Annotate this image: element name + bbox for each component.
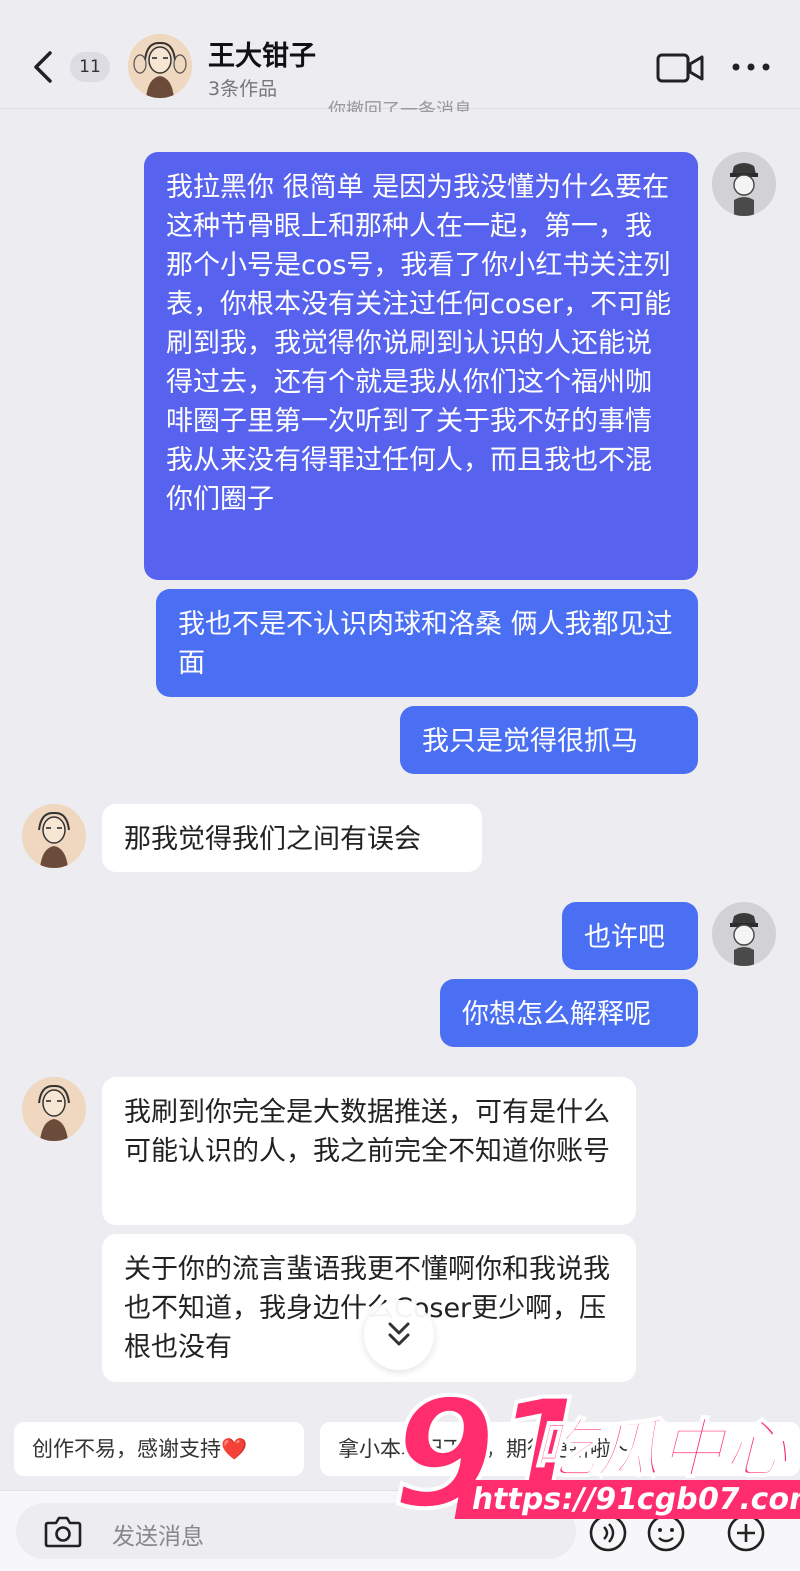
message-input[interactable]: 发送消息 <box>16 1503 576 1559</box>
video-call-icon[interactable] <box>656 52 704 84</box>
quick-reply-chip[interactable]: 创作不易，感谢支持❤️ <box>14 1422 304 1476</box>
camera-icon[interactable] <box>44 1513 82 1549</box>
voice-icon[interactable] <box>588 1513 628 1553</box>
chevron-down-icon <box>388 1322 410 1346</box>
system-note: 你撤回了一条消息 <box>328 100 472 112</box>
quick-reply-chip[interactable]: 拿小本本记下啦，期待更新啦～ <box>320 1422 800 1476</box>
contact-name[interactable]: 王大钳子 <box>208 34 316 73</box>
message-bubble-sent[interactable]: 我拉黑你 很简单 是因为我没懂为什么要在这种节骨眼上和那种人在一起，第一，我那个… <box>144 152 698 580</box>
message-bubble-sent[interactable]: 你想怎么解释呢 <box>440 979 698 1047</box>
message-bubble-sent[interactable]: 我也不是不认识肉球和洛桑 俩人我都见过面 <box>156 589 698 697</box>
message-bubble-received[interactable]: 我刷到你完全是大数据推送，可有是什么可能认识的人，我之前完全不知道你账号 <box>102 1077 636 1225</box>
my-avatar[interactable] <box>712 152 776 216</box>
more-icon[interactable] <box>730 58 772 76</box>
emoji-icon[interactable] <box>646 1513 686 1553</box>
contact-avatar[interactable] <box>128 34 192 98</box>
message-bubble-sent[interactable]: 也许吧 <box>562 902 698 970</box>
message-bubble-received[interactable]: 那我觉得我们之间有误会 <box>102 804 482 872</box>
message-bubble-sent[interactable]: 我只是觉得很抓马 <box>400 706 698 774</box>
input-bar: 发送消息 <box>0 1490 800 1571</box>
scroll-to-bottom-button[interactable] <box>364 1300 434 1370</box>
message-bubble-received[interactable]: 关于你的流言蜚语我更不懂啊你和我说我也不知道，我身边什么Coser更少啊，压根也… <box>102 1234 636 1382</box>
contact-avatar[interactable] <box>22 1077 86 1141</box>
input-placeholder: 发送消息 <box>112 1524 204 1550</box>
plus-icon[interactable] <box>726 1513 766 1553</box>
back-arrow-icon[interactable] <box>28 50 58 84</box>
unread-count-badge[interactable]: 11 <box>70 52 110 82</box>
contact-avatar[interactable] <box>22 804 86 868</box>
chat-header: 11 王大钳子 3条作品 <box>0 0 800 109</box>
my-avatar[interactable] <box>712 902 776 966</box>
